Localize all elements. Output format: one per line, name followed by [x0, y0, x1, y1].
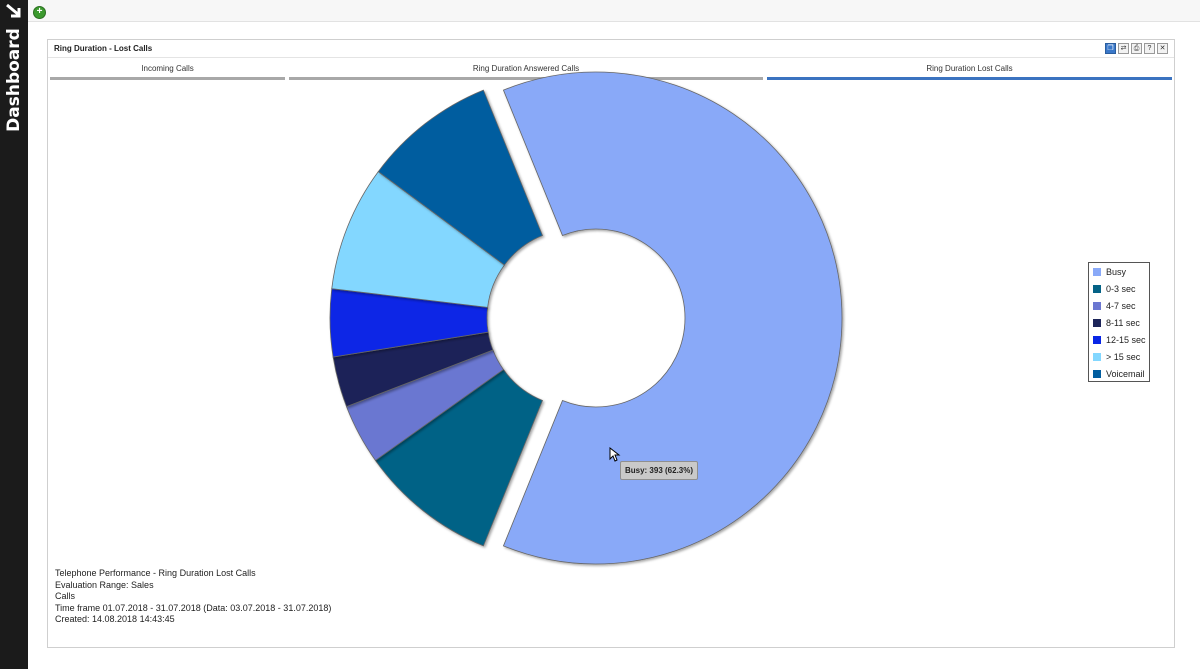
- legend-label: Busy: [1106, 267, 1127, 277]
- legend-item[interactable]: Voicemail: [1089, 367, 1149, 384]
- info-time-frame: Time frame 01.07.2018 - 31.07.2018 (Data…: [55, 602, 332, 613]
- legend-item[interactable]: 4-7 sec: [1089, 299, 1149, 316]
- legend-label: 12-15 sec: [1106, 335, 1146, 345]
- legend-item[interactable]: Busy: [1089, 265, 1149, 282]
- legend-swatch: [1093, 285, 1101, 293]
- legend-item[interactable]: 12-15 sec: [1089, 333, 1149, 350]
- legend-item[interactable]: 0-3 sec: [1089, 282, 1149, 299]
- slice-busy[interactable]: [502, 71, 843, 565]
- mouse-cursor-icon: [609, 447, 621, 462]
- legend-swatch: [1093, 370, 1101, 378]
- legend-label: Voicemail: [1106, 369, 1145, 379]
- info-created: Created: 14.08.2018 14:43:45: [55, 614, 175, 624]
- legend-swatch: [1093, 336, 1101, 344]
- legend-swatch: [1093, 268, 1101, 276]
- chart-legend: Busy 0-3 sec 4-7 sec 8-11 sec 12-15 sec > 15 …: [1088, 262, 1150, 382]
- info-report-name: Telephone Performance - Ring Duration Lo…: [55, 568, 256, 578]
- legend-label: > 15 sec: [1106, 352, 1141, 362]
- legend-item[interactable]: > 15 sec: [1089, 350, 1149, 367]
- legend-item[interactable]: 8-11 sec: [1089, 316, 1149, 333]
- info-measure: Calls: [55, 591, 76, 601]
- report-info: Telephone Performance - Ring Duration Lo…: [55, 568, 331, 626]
- legend-swatch: [1093, 319, 1101, 327]
- info-evaluation-range: Evaluation Range: Sales: [55, 579, 154, 590]
- legend-label: 4-7 sec: [1106, 301, 1136, 311]
- legend-swatch: [1093, 302, 1101, 310]
- legend-swatch: [1093, 353, 1101, 361]
- chart-tooltip: Busy: 393 (62.3%): [620, 461, 698, 480]
- legend-label: 8-11 sec: [1106, 318, 1140, 328]
- legend-label: 0-3 sec: [1106, 284, 1136, 294]
